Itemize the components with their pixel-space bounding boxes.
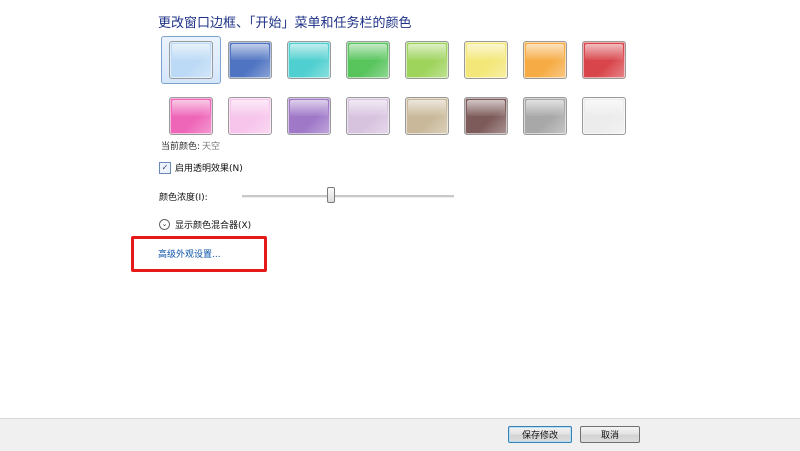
color-swatch-lavender[interactable] bbox=[346, 97, 390, 135]
highlight-box bbox=[131, 236, 267, 272]
color-swatch-pumpkin[interactable] bbox=[523, 41, 567, 79]
save-changes-button[interactable]: 保存修改 bbox=[508, 426, 572, 443]
footer-bar bbox=[0, 418, 800, 451]
transparency-label[interactable]: 启用透明效果(N) bbox=[175, 161, 243, 174]
color-swatch-lime[interactable] bbox=[405, 41, 449, 79]
color-swatch-leaf[interactable] bbox=[346, 41, 390, 79]
transparency-option[interactable]: ✓ 启用透明效果(N) bbox=[159, 161, 243, 174]
show-color-mixer[interactable]: ⌄ 显示颜色混合器(X) bbox=[159, 218, 251, 231]
color-swatch-twilight[interactable] bbox=[228, 41, 272, 79]
current-color: 当前颜色: 天空 bbox=[161, 139, 220, 152]
color-swatch-violet[interactable] bbox=[287, 97, 331, 135]
current-color-label: 当前颜色: bbox=[161, 142, 201, 152]
show-color-mixer-label[interactable]: 显示颜色混合器(X) bbox=[175, 218, 251, 231]
color-swatch-blush[interactable] bbox=[228, 97, 272, 135]
color-swatch-slate[interactable] bbox=[523, 97, 567, 135]
color-swatch-fuchsia[interactable] bbox=[169, 97, 213, 135]
cancel-button[interactable]: 取消 bbox=[580, 426, 640, 443]
color-intensity-slider-thumb[interactable] bbox=[327, 187, 336, 203]
page-heading: 更改窗口边框、「开始」菜单和任务栏的颜色 bbox=[158, 16, 412, 31]
color-intensity-label: 颜色浓度(I): bbox=[159, 193, 208, 203]
color-swatch-frost[interactable] bbox=[582, 97, 626, 135]
current-color-value: 天空 bbox=[202, 142, 221, 152]
chevron-down-icon[interactable]: ⌄ bbox=[159, 219, 170, 230]
color-swatch-taupe[interactable] bbox=[405, 97, 449, 135]
transparency-checkbox[interactable]: ✓ bbox=[159, 161, 171, 174]
color-swatch-sky[interactable] bbox=[169, 41, 213, 79]
color-swatch-chocolate[interactable] bbox=[464, 97, 508, 135]
color-swatch-sea[interactable] bbox=[287, 41, 331, 79]
color-swatch-ruby[interactable] bbox=[582, 41, 626, 79]
color-intensity-slider-track[interactable] bbox=[242, 195, 454, 198]
color-swatch-lemon[interactable] bbox=[464, 41, 508, 79]
